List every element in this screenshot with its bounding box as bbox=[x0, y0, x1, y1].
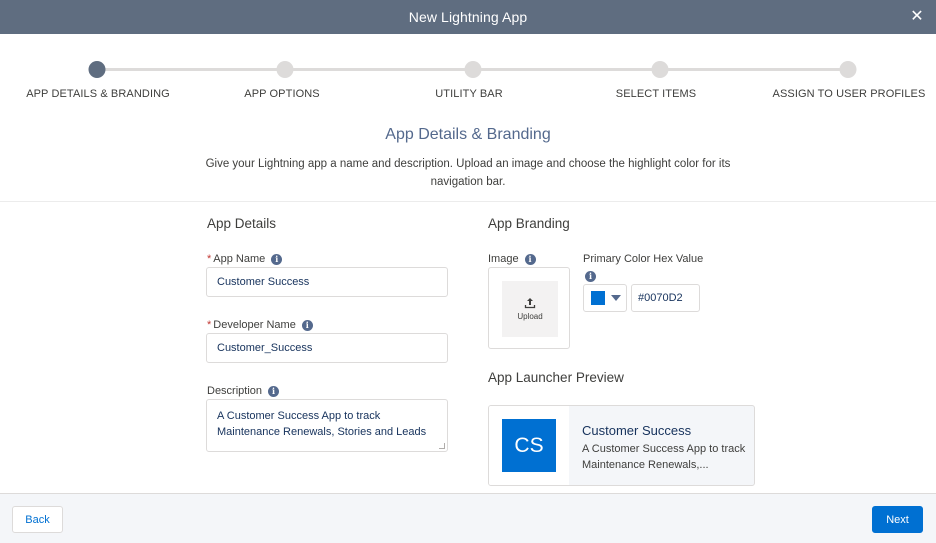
step-label-app-details: APP DETAILS & BRANDING bbox=[26, 88, 170, 100]
section-divider bbox=[0, 201, 936, 202]
step-dot-app-options[interactable] bbox=[276, 61, 294, 78]
upload-label: Upload bbox=[517, 312, 543, 321]
app-name-label: * App Name i bbox=[207, 253, 283, 265]
section-title: App Details & Branding bbox=[385, 126, 551, 143]
developer-name-label-text: Developer Name bbox=[213, 319, 296, 331]
image-label-text: Image bbox=[488, 253, 519, 265]
app-tile-icon: CS bbox=[502, 419, 556, 472]
step-label-app-options: APP OPTIONS bbox=[244, 88, 320, 100]
hex-color-input[interactable]: #0070D2 bbox=[631, 284, 700, 312]
preview-heading: App Launcher Preview bbox=[488, 370, 624, 385]
developer-name-label: * Developer Name i bbox=[207, 319, 313, 331]
info-icon[interactable]: i bbox=[271, 253, 283, 265]
step-label-select-items: SELECT ITEMS bbox=[615, 88, 697, 100]
resize-grip[interactable] bbox=[439, 443, 445, 449]
description-label-text: Description bbox=[207, 385, 263, 397]
app-launcher-preview: CS Customer Success A Customer Success A… bbox=[488, 405, 755, 486]
app-branding-heading: App Branding bbox=[488, 216, 570, 231]
preview-tile-area: CS bbox=[489, 406, 569, 485]
color-label-text: Primary Color Hex Value bbox=[583, 253, 704, 265]
description-label: Description i bbox=[207, 385, 280, 397]
description-text: A Customer Success App to track Maintena… bbox=[217, 410, 427, 438]
info-icon[interactable]: i bbox=[301, 319, 313, 331]
preview-app-name: Customer Success bbox=[582, 423, 692, 438]
step-dot-utility-bar[interactable] bbox=[464, 61, 482, 78]
preview-app-description: A Customer Success App to track Maintena… bbox=[582, 443, 746, 471]
next-button[interactable]: Next bbox=[872, 506, 923, 533]
description-textarea[interactable]: A Customer Success App to track Maintena… bbox=[206, 399, 448, 452]
step-label-utility-bar: UTILITY BAR bbox=[435, 88, 503, 100]
color-picker-dropdown[interactable] bbox=[583, 284, 627, 312]
modal-title: New Lightning App bbox=[408, 9, 528, 25]
chevron-down-icon bbox=[611, 295, 621, 301]
step-dot-select-items[interactable] bbox=[651, 61, 669, 78]
color-label: Primary Color Hex Value bbox=[583, 253, 703, 265]
image-upload[interactable]: Upload bbox=[488, 267, 570, 349]
app-details-heading: App Details bbox=[207, 216, 277, 231]
section-description: Give your Lightning app a name and descr… bbox=[205, 158, 731, 188]
step-dot-assign-profiles[interactable] bbox=[839, 61, 857, 78]
info-icon[interactable]: i bbox=[524, 253, 536, 265]
modal-header: New Lightning App ✕ bbox=[0, 0, 936, 34]
color-swatch bbox=[591, 291, 605, 305]
info-icon[interactable]: i bbox=[585, 271, 596, 282]
required-marker: * bbox=[207, 319, 212, 331]
step-dot-app-details[interactable] bbox=[88, 61, 106, 78]
upload-button[interactable]: Upload bbox=[502, 281, 558, 337]
image-label: Image i bbox=[488, 253, 536, 265]
required-marker: * bbox=[207, 253, 212, 265]
step-label-assign-profiles: ASSIGN TO USER PROFILES bbox=[772, 88, 926, 100]
app-name-label-text: App Name bbox=[213, 253, 266, 265]
developer-name-input[interactable]: Customer_Success bbox=[206, 333, 448, 363]
progress-indicator: APP DETAILS & BRANDING APP OPTIONS UTILI… bbox=[0, 34, 936, 114]
info-icon[interactable]: i bbox=[268, 385, 280, 397]
app-name-input[interactable]: Customer Success bbox=[206, 267, 448, 297]
modal-footer: Back Next bbox=[0, 493, 936, 543]
close-icon[interactable]: ✕ bbox=[908, 8, 926, 26]
back-button[interactable]: Back bbox=[12, 506, 63, 533]
upload-icon bbox=[524, 298, 536, 309]
